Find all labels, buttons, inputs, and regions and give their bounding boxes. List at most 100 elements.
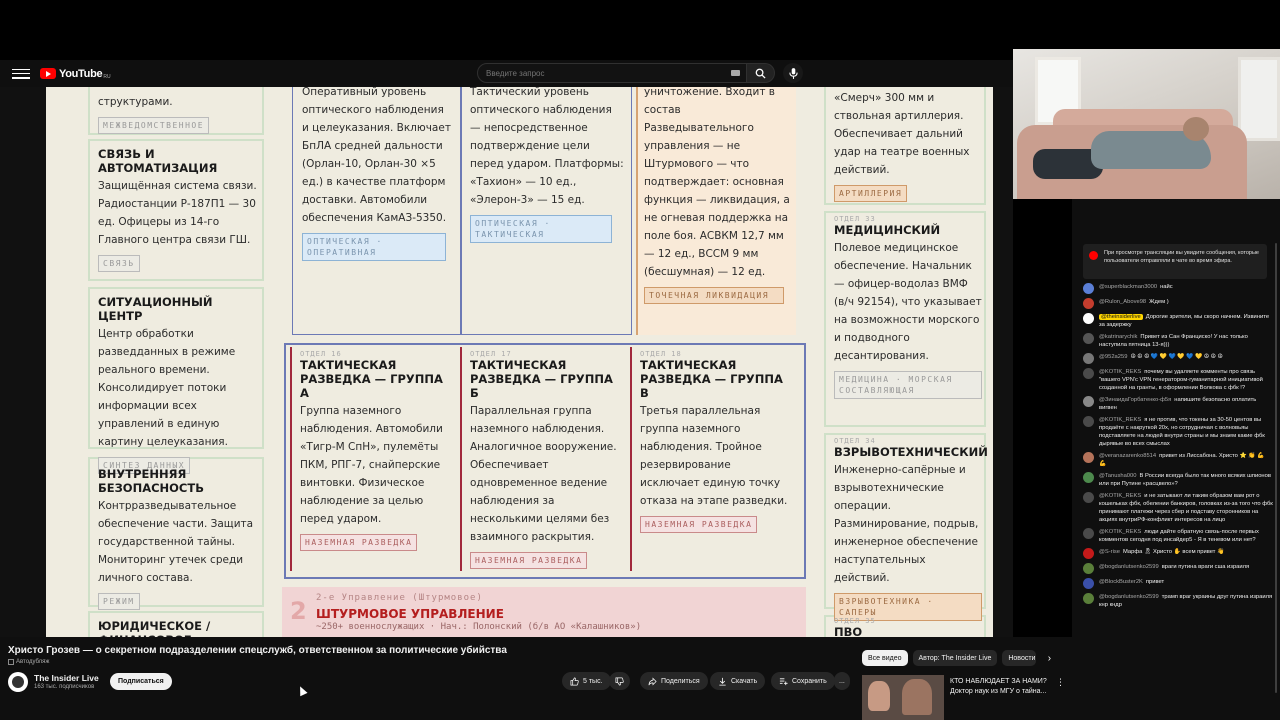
chat-avatar[interactable] <box>1083 333 1094 344</box>
recommended-thumbnail[interactable] <box>862 675 944 720</box>
keyboard-icon[interactable] <box>731 70 740 76</box>
slide-document: структурами. МЕЖВЕДОМСТВЕННОЕ СВЯЗЬ И АВ… <box>46 87 993 637</box>
search-icon <box>755 68 766 79</box>
chat-message: @katrinarychik Привет из Сан Франциско! У… <box>1083 333 1273 349</box>
card-recon-group-b: ОТДЕЛ 17 ТАКТИЧЕСКАЯ РАЗВЕДКА — ГРУППА Б… <box>470 350 622 569</box>
chat-author[interactable]: @superblackman3000 <box>1099 284 1157 290</box>
chip-author[interactable]: Автор: The Insider Live <box>912 650 998 666</box>
recommended-title[interactable]: КТО НАБЛЮДАЕТ ЗА НАМИ? Доктор наук из МГ… <box>950 677 1055 697</box>
more-icon: ... <box>839 677 845 685</box>
card-title: МЕДИЦИНСКИЙ <box>834 223 941 237</box>
card-tag: МЕДИЦИНА · МОРСКАЯ СОСТАВЛЯЮЩАЯ <box>834 371 982 399</box>
chat-avatar[interactable] <box>1083 578 1094 589</box>
chat-message: @KOTIK_REKS я не против, что токены за 30… <box>1083 416 1273 448</box>
video-info: Христо Грозев — о секретном подразделени… <box>0 637 1072 720</box>
like-button[interactable]: 5 тыс. <box>562 672 611 690</box>
chat-author[interactable]: @bogdanlutsenko2599 <box>1099 564 1159 570</box>
chat-author[interactable]: @theinsiderlive <box>1099 314 1143 320</box>
card-legal-finance: ЮРИДИЧЕСКОЕ / ФИНАНСОВОЕ УПРАВЛЕНИЕ <box>98 619 258 637</box>
chat-text: ☮ ☮ ☮ 💙 💛 💙 💛 💙 💛 ☮ ☮ ☮ <box>1130 354 1223 360</box>
chat-avatar[interactable] <box>1083 368 1094 379</box>
card-number: ОТДЕЛ 17 <box>470 350 512 358</box>
webcam-window <box>1238 57 1280 141</box>
card-title: ТАКТИЧЕСКАЯ РАЗВЕДКА — ГРУППА В <box>640 358 783 400</box>
chat-author[interactable]: @KOTIK_REKS <box>1099 493 1141 499</box>
chat-author[interactable]: @Tanusha000 <box>1099 473 1136 479</box>
card-body: Группа наземного наблюдения. Автомобили … <box>300 405 443 525</box>
chat-message: @bogdanlutsenko2599 трамп враг украины др… <box>1083 593 1273 609</box>
channel-avatar[interactable] <box>8 672 28 692</box>
chip-all[interactable]: Все видео <box>862 650 908 666</box>
subscribe-button[interactable]: Подписаться <box>110 673 172 690</box>
card-title: СВЯЗЬ И АВТОМАТИЗАЦИЯ <box>98 147 218 175</box>
logo-text: YouTube <box>59 67 103 80</box>
video-player[interactable]: структурами. МЕЖВЕДОМСТВЕННОЕ СВЯЗЬ И АВ… <box>0 87 1013 637</box>
card-title: ТАКТИЧЕСКАЯ РАЗВЕДКА — ГРУППА А <box>300 358 443 400</box>
chat-avatar[interactable] <box>1083 452 1094 463</box>
chat-message: @Tanusha000 В России всегда было так мног… <box>1083 472 1273 488</box>
chat-text: привет <box>1145 579 1165 585</box>
masthead: YouTube RU <box>0 60 1013 87</box>
chat-author[interactable]: @bogdanlutsenko2599 <box>1099 594 1159 600</box>
youtube-logo[interactable]: YouTube RU <box>40 68 111 80</box>
save-label: Сохранить <box>792 677 827 685</box>
card-body: Оперативный уровень оптического наблюден… <box>302 87 451 224</box>
search-box[interactable] <box>477 63 747 83</box>
chat-message: @KOTIK_REKS люди дайте обратную связь-пос… <box>1083 528 1273 544</box>
card-explosives: ОТДЕЛ 34 ВЗРЫВОТЕХНИЧЕСКИЙ Инженерно-сап… <box>834 437 988 621</box>
channel-name[interactable]: The Insider Live <box>34 673 99 683</box>
more-actions-button[interactable]: ... <box>834 672 850 690</box>
card-tag: НАЗЕМНАЯ РАЗВЕДКА <box>640 516 758 533</box>
more-vert-icon[interactable]: ⋮ <box>1056 677 1065 688</box>
chat-author[interactable]: @S-rise <box>1099 549 1120 555</box>
card-body: Защищённая система связи. Радиостанции Р… <box>98 180 257 246</box>
chat-avatar[interactable] <box>1083 396 1094 407</box>
chat-message-content: @veranazarenko8514 привет из Лиссабона. Х… <box>1099 452 1273 468</box>
chat-author[interactable]: @KOTIK_REKS <box>1099 529 1141 535</box>
card-body: Полевое медицинское обеспечение. Начальн… <box>834 242 982 362</box>
chat-message-content: @KOTIK_REKS почему вы удаляете комменты п… <box>1099 368 1273 392</box>
chat-avatar[interactable] <box>1083 283 1094 294</box>
chat-author[interactable]: @veranazarenko8514 <box>1099 453 1156 459</box>
card-tag: НАЗЕМНАЯ РАЗВЕДКА <box>470 552 588 569</box>
chat-avatar[interactable] <box>1083 353 1094 364</box>
chevron-right-icon[interactable]: › <box>1041 650 1057 666</box>
voice-search-button[interactable] <box>783 63 803 83</box>
card-communications: СВЯЗЬ И АВТОМАТИЗАЦИЯ Защищённая система… <box>98 147 258 272</box>
chat-avatar[interactable] <box>1083 492 1094 503</box>
chat-avatar[interactable] <box>1083 298 1094 309</box>
chat-author[interactable]: @katrinarychik <box>1099 334 1137 340</box>
red-rule <box>630 347 632 571</box>
chat-avatar[interactable] <box>1083 416 1094 427</box>
chat-message-content: @katrinarychik Привет из Сан Франциско! У… <box>1099 333 1273 349</box>
chat-avatar[interactable] <box>1083 528 1094 539</box>
card-medical: ОТДЕЛ 33 МЕДИЦИНСКИЙ Полевое медицинское… <box>834 215 982 399</box>
share-button[interactable]: Поделиться <box>640 672 708 690</box>
search-button[interactable] <box>747 63 775 83</box>
chat-author[interactable]: @KOTIK_REKS <box>1099 369 1141 375</box>
chat-avatar[interactable] <box>1083 548 1094 559</box>
chat-author[interactable]: @952a259 <box>1099 354 1127 360</box>
card-title: ВНУТРЕННЯЯ БЕЗОПАСНОСТЬ <box>98 467 204 495</box>
card-body: «Смерч» 300 мм и ствольная артиллерия. О… <box>834 92 970 176</box>
chat-replay-notice: При просмотре трансляции вы увидите сооб… <box>1083 244 1267 279</box>
chat-author[interactable]: @ЗинаидаГорбатенко-ф5я <box>1099 397 1171 403</box>
chat-avatar[interactable] <box>1083 593 1094 604</box>
chat-avatar[interactable] <box>1083 563 1094 574</box>
save-button[interactable]: Сохранить <box>771 672 835 690</box>
card-body: Центр обработки разведданных в режиме ре… <box>98 328 236 448</box>
chat-author[interactable]: @KOTIK_REKS <box>1099 417 1141 423</box>
search-input[interactable] <box>486 68 731 78</box>
shturm-title: ШТУРМОВОЕ УПРАВЛЕНИЕ <box>316 607 504 621</box>
menu-icon[interactable] <box>12 67 30 81</box>
dislike-button[interactable] <box>609 672 630 690</box>
webcam-person <box>1183 117 1209 141</box>
chip-news[interactable]: Новости <box>1002 650 1037 666</box>
chat-avatar[interactable] <box>1083 313 1094 324</box>
card-optics-tactical: Тактический уровень оптического наблюден… <box>470 87 624 243</box>
chat-scrollbar[interactable] <box>1275 243 1277 693</box>
download-button[interactable]: Скачать <box>710 672 766 690</box>
chat-author[interactable]: @Rulon_Above98 <box>1099 299 1146 305</box>
chat-avatar[interactable] <box>1083 472 1094 483</box>
chat-author[interactable]: @BlockBuster2K <box>1099 579 1143 585</box>
